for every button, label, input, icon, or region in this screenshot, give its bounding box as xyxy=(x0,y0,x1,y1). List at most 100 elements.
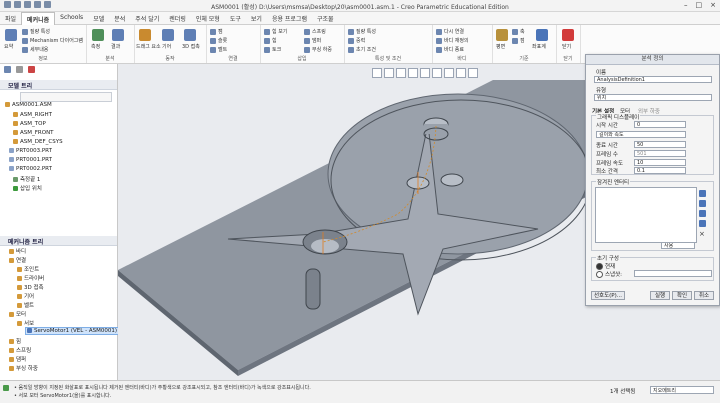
reconnect-button[interactable]: 다시 연결 xyxy=(436,28,464,35)
start-time-field[interactable]: 0 xyxy=(634,121,686,128)
results-button[interactable]: 결과 xyxy=(111,43,120,50)
drag-icon[interactable] xyxy=(139,29,151,41)
mech-tree-item[interactable]: 모터 xyxy=(9,310,26,318)
initial-condition-button[interactable]: 초기 조건 xyxy=(348,46,376,53)
gravity-button[interactable]: 중력 xyxy=(348,37,365,44)
lock-axis-icon[interactable] xyxy=(699,220,706,227)
model-tree-header[interactable]: 모델 트리 xyxy=(0,80,117,90)
preferences-button[interactable]: 선호도(P)... xyxy=(591,291,625,300)
tab-manikin[interactable]: 인체 모형 xyxy=(191,12,225,24)
csys-button[interactable]: 좌표계 xyxy=(532,43,546,50)
locked-entity-dropdown[interactable]: 사용 xyxy=(661,242,695,249)
cancel-button[interactable]: 취소 xyxy=(694,291,714,300)
filter-select[interactable]: 지오메트리 xyxy=(650,386,714,394)
tab-structure[interactable]: 구조물 xyxy=(312,12,339,24)
tree-item[interactable]: ASM_TOP xyxy=(13,121,46,127)
maximize-icon[interactable]: □ xyxy=(696,1,703,9)
star-icon[interactable] xyxy=(28,66,35,73)
tab-analysis[interactable]: 분석 xyxy=(109,12,130,24)
tree-icon[interactable] xyxy=(4,66,11,73)
datum-display-icon[interactable] xyxy=(444,68,454,78)
slot-button[interactable]: 슬롯 xyxy=(210,37,227,44)
close-mechanism-button[interactable]: 닫기 xyxy=(562,43,571,50)
tab-external-loads[interactable]: 외부 하중 xyxy=(638,107,660,115)
tab-applications[interactable]: 응용 프로그램 xyxy=(267,12,312,24)
annotation-display-icon[interactable] xyxy=(456,68,466,78)
repaint-icon[interactable] xyxy=(408,68,418,78)
tree-item[interactable]: 삽입 위치 xyxy=(13,184,42,192)
plane-button[interactable]: 평면 xyxy=(496,43,505,50)
servo-motor-item[interactable]: ServoMotor1 (VEL - ASM0001) xyxy=(25,327,119,335)
arm-slot[interactable] xyxy=(305,268,321,310)
axis-button[interactable]: 축 xyxy=(512,28,525,35)
summary-icon[interactable] xyxy=(5,29,17,41)
plane-icon[interactable] xyxy=(496,29,508,41)
measure-icon[interactable] xyxy=(92,29,104,41)
mech-tree-item[interactable]: 조인트 xyxy=(17,265,39,273)
contact-3d-icon[interactable] xyxy=(184,29,196,41)
mass-properties-button[interactable]: 질량 특성 xyxy=(22,28,50,35)
refit-icon[interactable] xyxy=(372,68,382,78)
tab-render[interactable]: 렌더링 xyxy=(164,12,191,24)
force-view-button[interactable]: 힘 보기 xyxy=(264,28,287,35)
mechanism-diagram-button[interactable]: Mechanism 다이어그램 xyxy=(22,37,83,44)
mech-tree-item[interactable]: 힘 xyxy=(9,337,21,345)
zoom-in-icon[interactable] xyxy=(384,68,394,78)
lock-body-icon[interactable] xyxy=(699,190,706,197)
mechanism-tree-header[interactable]: 메커니즘 트리 xyxy=(0,236,117,246)
mass-prop-button[interactable]: 질량 특성 xyxy=(348,28,376,35)
tree-item[interactable]: ASM_DEF_CSYS xyxy=(13,139,63,145)
tab-tools[interactable]: 도구 xyxy=(225,12,246,24)
point-button[interactable]: 점 xyxy=(512,37,525,44)
mech-tree-item[interactable]: 스프링 xyxy=(9,346,31,354)
tab-file[interactable]: 파일 xyxy=(0,12,21,24)
drag-button[interactable]: 드래그 요소 xyxy=(136,43,161,50)
mech-tree-item[interactable]: 댐퍼 xyxy=(9,355,26,363)
bushing-button[interactable]: 부싱 하중 xyxy=(304,46,332,53)
cam-button[interactable]: 캠 xyxy=(210,28,223,35)
spring-button[interactable]: 스프링 xyxy=(304,28,326,35)
gear-icon[interactable] xyxy=(162,29,174,41)
current-radio[interactable]: 현재 xyxy=(596,262,615,270)
minimize-icon[interactable]: – xyxy=(684,1,688,9)
end-time-field[interactable]: 50 xyxy=(634,141,686,148)
tree-filter-bar[interactable] xyxy=(20,92,112,102)
length-rate-select[interactable]: 길이와 속도 xyxy=(596,131,686,138)
lock-connection-icon[interactable] xyxy=(699,200,706,207)
zoom-out-icon[interactable] xyxy=(396,68,406,78)
close-icon[interactable]: × xyxy=(710,1,716,9)
frame-rate-field[interactable]: 10 xyxy=(634,159,686,166)
contact-3d-button[interactable]: 3D 접촉 xyxy=(182,43,200,50)
locked-entities-list[interactable] xyxy=(595,187,697,243)
tree-item[interactable]: PRT0002.PRT xyxy=(9,166,52,172)
results-icon[interactable] xyxy=(112,29,124,41)
type-select[interactable]: 위치 xyxy=(594,94,712,101)
tree-item[interactable]: PRT0003.PRT xyxy=(9,148,52,154)
torque-button[interactable]: 토크 xyxy=(264,46,281,53)
mech-tree-item[interactable]: 드라이버 xyxy=(17,274,44,282)
tree-item[interactable]: ASM_RIGHT xyxy=(13,112,52,118)
tree-item[interactable]: ASM0001.ASM xyxy=(5,102,52,108)
mech-tree-item[interactable]: 벨트 xyxy=(17,301,34,309)
snapshot-select[interactable] xyxy=(634,270,712,277)
min-interval-field[interactable]: 0.1 xyxy=(634,167,686,174)
csys-icon[interactable] xyxy=(536,29,548,41)
frame-count-field[interactable]: 501 xyxy=(634,150,686,157)
mech-tree-item[interactable]: 서보 xyxy=(17,319,34,327)
lock-point-icon[interactable] xyxy=(699,210,706,217)
mech-tree-item[interactable]: 바디 xyxy=(9,247,26,255)
summary-button[interactable]: 요약 xyxy=(4,43,13,50)
damper-button[interactable]: 댐퍼 xyxy=(304,37,321,44)
body-end-button[interactable]: 바디 종료 xyxy=(436,46,464,53)
tab-schools[interactable]: Schools xyxy=(55,12,88,24)
spin-center-icon[interactable] xyxy=(468,68,478,78)
tab-annotate[interactable]: 주석 달기 xyxy=(130,12,164,24)
force-button[interactable]: 힘 xyxy=(264,37,277,44)
measure-button[interactable]: 측정 xyxy=(91,43,100,50)
belt-button[interactable]: 벨트 xyxy=(210,46,227,53)
mech-tree-item[interactable]: 연결 xyxy=(9,256,26,264)
snapshot-radio[interactable]: 스냅샷: xyxy=(596,270,622,278)
ok-button[interactable]: 확인 xyxy=(672,291,692,300)
mech-tree-item[interactable]: 3D 접촉 xyxy=(17,283,44,291)
folder-icon[interactable] xyxy=(16,66,23,73)
